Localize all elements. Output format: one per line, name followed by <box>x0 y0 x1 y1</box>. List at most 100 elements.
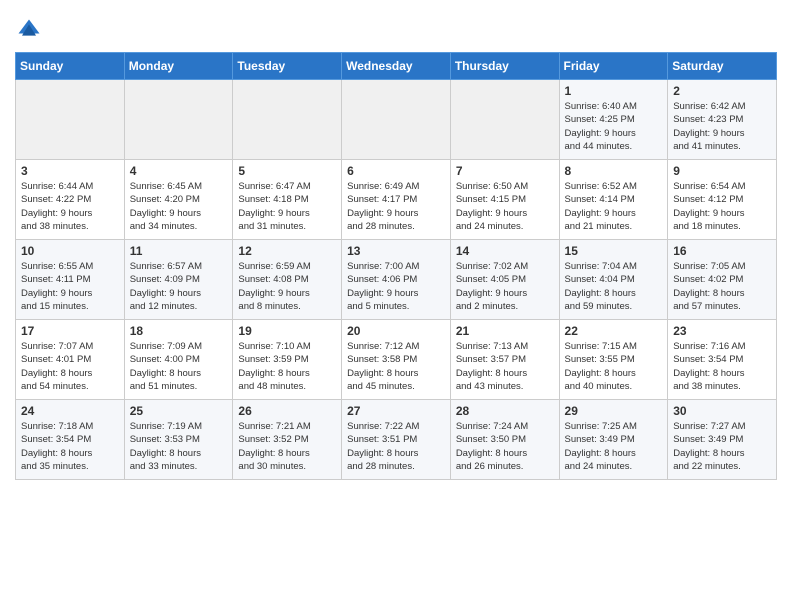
header <box>15 10 777 44</box>
calendar-cell: 29 Sunrise: 7:25 AM Sunset: 3:49 PM Dayli… <box>559 400 668 480</box>
day-info: Sunrise: 7:16 AM Sunset: 3:54 PM Dayligh… <box>673 340 771 393</box>
day-info: Sunrise: 6:52 AM Sunset: 4:14 PM Dayligh… <box>565 180 663 233</box>
day-number: 3 <box>21 164 119 178</box>
calendar-cell <box>124 80 233 160</box>
calendar-cell: 10 Sunrise: 6:55 AM Sunset: 4:11 PM Dayli… <box>16 240 125 320</box>
day-info: Sunrise: 7:18 AM Sunset: 3:54 PM Dayligh… <box>21 420 119 473</box>
day-info: Sunrise: 7:02 AM Sunset: 4:05 PM Dayligh… <box>456 260 554 313</box>
calendar-cell: 13 Sunrise: 7:00 AM Sunset: 4:06 PM Dayli… <box>342 240 451 320</box>
day-number: 1 <box>565 84 663 98</box>
weekday-header-friday: Friday <box>559 53 668 80</box>
day-number: 8 <box>565 164 663 178</box>
calendar-cell <box>233 80 342 160</box>
day-info: Sunrise: 6:59 AM Sunset: 4:08 PM Dayligh… <box>238 260 336 313</box>
calendar-week-5: 24 Sunrise: 7:18 AM Sunset: 3:54 PM Dayli… <box>16 400 777 480</box>
day-info: Sunrise: 7:05 AM Sunset: 4:02 PM Dayligh… <box>673 260 771 313</box>
day-info: Sunrise: 7:22 AM Sunset: 3:51 PM Dayligh… <box>347 420 445 473</box>
day-number: 26 <box>238 404 336 418</box>
day-number: 29 <box>565 404 663 418</box>
day-info: Sunrise: 7:19 AM Sunset: 3:53 PM Dayligh… <box>130 420 228 473</box>
day-info: Sunrise: 7:27 AM Sunset: 3:49 PM Dayligh… <box>673 420 771 473</box>
calendar-cell: 27 Sunrise: 7:22 AM Sunset: 3:51 PM Dayli… <box>342 400 451 480</box>
day-number: 2 <box>673 84 771 98</box>
calendar-cell: 21 Sunrise: 7:13 AM Sunset: 3:57 PM Dayli… <box>450 320 559 400</box>
day-info: Sunrise: 6:44 AM Sunset: 4:22 PM Dayligh… <box>21 180 119 233</box>
day-info: Sunrise: 7:25 AM Sunset: 3:49 PM Dayligh… <box>565 420 663 473</box>
day-info: Sunrise: 6:40 AM Sunset: 4:25 PM Dayligh… <box>565 100 663 153</box>
day-number: 18 <box>130 324 228 338</box>
day-number: 17 <box>21 324 119 338</box>
day-number: 21 <box>456 324 554 338</box>
calendar-cell: 2 Sunrise: 6:42 AM Sunset: 4:23 PM Daylig… <box>668 80 777 160</box>
day-info: Sunrise: 7:15 AM Sunset: 3:55 PM Dayligh… <box>565 340 663 393</box>
calendar-cell: 24 Sunrise: 7:18 AM Sunset: 3:54 PM Dayli… <box>16 400 125 480</box>
calendar-cell: 25 Sunrise: 7:19 AM Sunset: 3:53 PM Dayli… <box>124 400 233 480</box>
calendar-cell <box>16 80 125 160</box>
day-number: 11 <box>130 244 228 258</box>
day-number: 7 <box>456 164 554 178</box>
calendar-cell: 17 Sunrise: 7:07 AM Sunset: 4:01 PM Dayli… <box>16 320 125 400</box>
day-info: Sunrise: 6:57 AM Sunset: 4:09 PM Dayligh… <box>130 260 228 313</box>
day-info: Sunrise: 7:00 AM Sunset: 4:06 PM Dayligh… <box>347 260 445 313</box>
weekday-header-wednesday: Wednesday <box>342 53 451 80</box>
day-info: Sunrise: 7:13 AM Sunset: 3:57 PM Dayligh… <box>456 340 554 393</box>
day-info: Sunrise: 6:49 AM Sunset: 4:17 PM Dayligh… <box>347 180 445 233</box>
day-info: Sunrise: 6:55 AM Sunset: 4:11 PM Dayligh… <box>21 260 119 313</box>
calendar-cell: 6Sunrise: 6:49 AM Sunset: 4:17 PM Daylig… <box>342 160 451 240</box>
day-info: Sunrise: 7:24 AM Sunset: 3:50 PM Dayligh… <box>456 420 554 473</box>
day-info: Sunrise: 6:42 AM Sunset: 4:23 PM Dayligh… <box>673 100 771 153</box>
day-info: Sunrise: 7:21 AM Sunset: 3:52 PM Dayligh… <box>238 420 336 473</box>
calendar-week-1: 1 Sunrise: 6:40 AM Sunset: 4:25 PM Daylig… <box>16 80 777 160</box>
calendar-body: 1 Sunrise: 6:40 AM Sunset: 4:25 PM Daylig… <box>16 80 777 480</box>
calendar-cell: 1 Sunrise: 6:40 AM Sunset: 4:25 PM Daylig… <box>559 80 668 160</box>
day-number: 4 <box>130 164 228 178</box>
calendar-cell: 19 Sunrise: 7:10 AM Sunset: 3:59 PM Dayli… <box>233 320 342 400</box>
day-info: Sunrise: 6:47 AM Sunset: 4:18 PM Dayligh… <box>238 180 336 233</box>
calendar-cell: 15 Sunrise: 7:04 AM Sunset: 4:04 PM Dayli… <box>559 240 668 320</box>
day-number: 30 <box>673 404 771 418</box>
logo-icon <box>15 16 43 44</box>
calendar-cell: 28 Sunrise: 7:24 AM Sunset: 3:50 PM Dayli… <box>450 400 559 480</box>
calendar-cell: 20 Sunrise: 7:12 AM Sunset: 3:58 PM Dayli… <box>342 320 451 400</box>
day-number: 16 <box>673 244 771 258</box>
calendar-cell: 12 Sunrise: 6:59 AM Sunset: 4:08 PM Dayli… <box>233 240 342 320</box>
calendar-cell: 8 Sunrise: 6:52 AM Sunset: 4:14 PM Daylig… <box>559 160 668 240</box>
calendar-week-2: 3 Sunrise: 6:44 AM Sunset: 4:22 PM Daylig… <box>16 160 777 240</box>
day-number: 13 <box>347 244 445 258</box>
calendar-cell: 22 Sunrise: 7:15 AM Sunset: 3:55 PM Dayli… <box>559 320 668 400</box>
day-number: 25 <box>130 404 228 418</box>
day-info: Sunrise: 7:04 AM Sunset: 4:04 PM Dayligh… <box>565 260 663 313</box>
calendar-cell: 4 Sunrise: 6:45 AM Sunset: 4:20 PM Daylig… <box>124 160 233 240</box>
page-container: SundayMondayTuesdayWednesdayThursdayFrid… <box>0 0 792 490</box>
day-number: 27 <box>347 404 445 418</box>
calendar-cell: 14Sunrise: 7:02 AM Sunset: 4:05 PM Dayli… <box>450 240 559 320</box>
day-number: 24 <box>21 404 119 418</box>
weekday-header-monday: Monday <box>124 53 233 80</box>
day-number: 20 <box>347 324 445 338</box>
day-info: Sunrise: 7:10 AM Sunset: 3:59 PM Dayligh… <box>238 340 336 393</box>
day-info: Sunrise: 7:12 AM Sunset: 3:58 PM Dayligh… <box>347 340 445 393</box>
calendar-cell: 26 Sunrise: 7:21 AM Sunset: 3:52 PM Dayli… <box>233 400 342 480</box>
day-number: 12 <box>238 244 336 258</box>
weekday-header-row: SundayMondayTuesdayWednesdayThursdayFrid… <box>16 53 777 80</box>
day-number: 28 <box>456 404 554 418</box>
calendar-cell: 9Sunrise: 6:54 AM Sunset: 4:12 PM Daylig… <box>668 160 777 240</box>
day-number: 22 <box>565 324 663 338</box>
calendar-cell: 16 Sunrise: 7:05 AM Sunset: 4:02 PM Dayli… <box>668 240 777 320</box>
day-info: Sunrise: 6:54 AM Sunset: 4:12 PM Dayligh… <box>673 180 771 233</box>
weekday-header-sunday: Sunday <box>16 53 125 80</box>
day-number: 15 <box>565 244 663 258</box>
calendar-header: SundayMondayTuesdayWednesdayThursdayFrid… <box>16 53 777 80</box>
calendar-cell: 5Sunrise: 6:47 AM Sunset: 4:18 PM Daylig… <box>233 160 342 240</box>
day-info: Sunrise: 7:07 AM Sunset: 4:01 PM Dayligh… <box>21 340 119 393</box>
day-info: Sunrise: 6:50 AM Sunset: 4:15 PM Dayligh… <box>456 180 554 233</box>
day-info: Sunrise: 7:09 AM Sunset: 4:00 PM Dayligh… <box>130 340 228 393</box>
calendar-cell: 3 Sunrise: 6:44 AM Sunset: 4:22 PM Daylig… <box>16 160 125 240</box>
day-number: 10 <box>21 244 119 258</box>
weekday-header-thursday: Thursday <box>450 53 559 80</box>
calendar-cell: 23Sunrise: 7:16 AM Sunset: 3:54 PM Dayli… <box>668 320 777 400</box>
calendar-week-4: 17 Sunrise: 7:07 AM Sunset: 4:01 PM Dayli… <box>16 320 777 400</box>
day-info: Sunrise: 6:45 AM Sunset: 4:20 PM Dayligh… <box>130 180 228 233</box>
day-number: 19 <box>238 324 336 338</box>
calendar-cell: 30 Sunrise: 7:27 AM Sunset: 3:49 PM Dayli… <box>668 400 777 480</box>
